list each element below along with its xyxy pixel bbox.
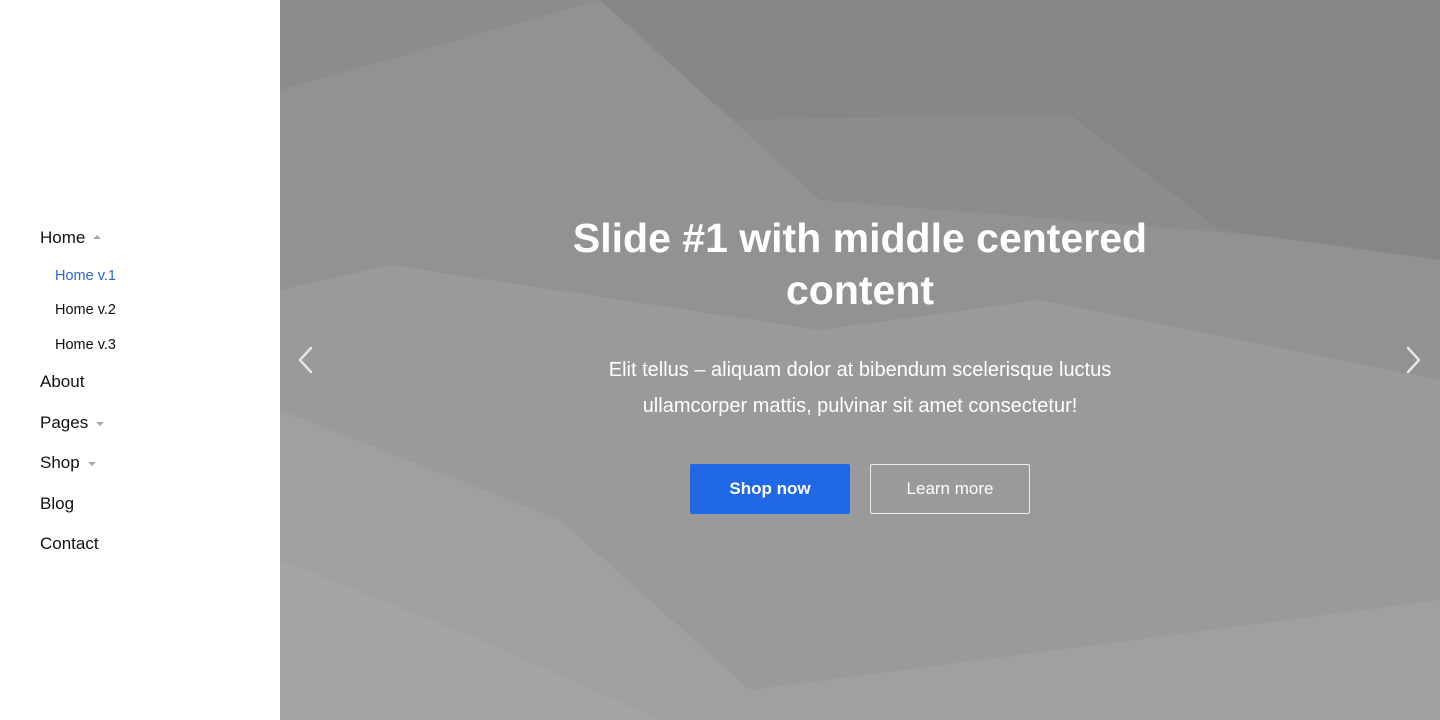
submenu-item-home-v3[interactable]: Home v.3 <box>55 335 116 355</box>
sidebar-item-label: Home <box>40 228 86 247</box>
caret-down-icon <box>96 421 105 426</box>
page: Home Home v.1 Home v.2 Home v.3 About Pa… <box>0 0 1440 720</box>
hero-slider: Slide #1 with middle centered content El… <box>280 0 1440 720</box>
home-submenu: Home v.1 Home v.2 Home v.3 <box>40 266 116 355</box>
hero-buttons: Shop now Learn more <box>280 464 1440 514</box>
sidebar-item-label: Shop <box>40 453 80 472</box>
hero-description: Elit tellus – aliquam dolor at bibendum … <box>608 359 1112 417</box>
sidebar-item-shop[interactable]: Shop <box>40 450 116 476</box>
sidebar-item-blog[interactable]: Blog <box>40 491 116 517</box>
sidebar-item-pages[interactable]: Pages <box>40 410 116 436</box>
home-submenu-wrapper: Home v.1 Home v.2 Home v.3 <box>40 266 116 355</box>
sidebar-nav: Home Home v.1 Home v.2 Home v.3 About Pa… <box>40 225 116 557</box>
sidebar-item-label: Pages <box>40 412 89 432</box>
sidebar: Home Home v.1 Home v.2 Home v.3 About Pa… <box>0 0 280 720</box>
hero-content: Slide #1 with middle centered content El… <box>280 212 1440 514</box>
shop-now-button[interactable]: Shop now <box>690 464 850 514</box>
submenu-item-home-v2[interactable]: Home v.2 <box>55 300 116 320</box>
learn-more-button[interactable]: Learn more <box>870 464 1030 514</box>
sidebar-item-label: Contact <box>40 534 99 553</box>
sidebar-item-label: About <box>40 372 85 391</box>
caret-up-icon <box>93 235 102 239</box>
sidebar-item-home[interactable]: Home <box>40 225 116 251</box>
sidebar-item-label: Blog <box>40 493 75 513</box>
caret-down-icon <box>87 462 96 466</box>
hero-title: Slide #1 with middle centered content <box>572 215 1148 313</box>
sidebar-item-about[interactable]: About <box>40 369 116 395</box>
submenu-item-home-v1[interactable]: Home v.1 <box>55 266 116 286</box>
sidebar-item-contact[interactable]: Contact <box>40 531 116 557</box>
